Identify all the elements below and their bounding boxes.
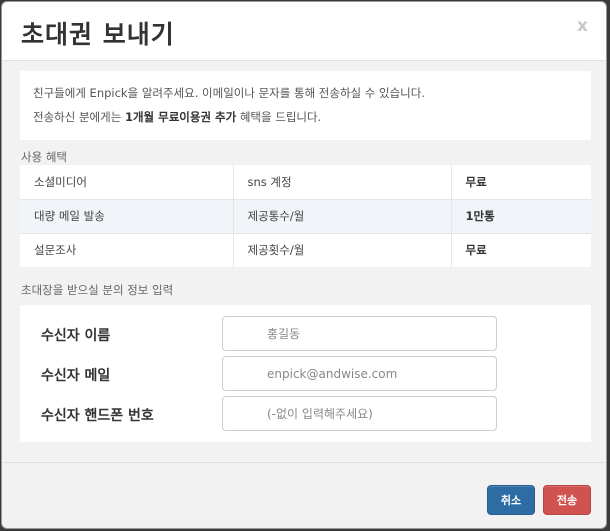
table-row: 소셜미디어 sns 계정 무료: [20, 165, 591, 199]
modal-title: 초대권 보내기: [21, 20, 175, 49]
benefit-name: 설문조사: [20, 232, 233, 267]
benefit-limit: 제공횟수/월: [232, 232, 451, 267]
notice-highlight: 1개월 무료이용권 추가: [124, 110, 237, 124]
notice-line-2-suffix: 혜택을 드립니다.: [236, 110, 322, 124]
benefit-limit: sns 계정: [232, 165, 451, 199]
benefit-price: 무료: [450, 165, 591, 199]
benefit-limit: 제공통수/월: [232, 198, 451, 233]
send-button[interactable]: 전송: [543, 485, 591, 515]
notice-line-2: 전송하신 분에게는 1개월 무료이용권 추가 혜택을 드립니다.: [33, 105, 578, 129]
benefits-section-title: 사용 혜택: [21, 150, 67, 164]
form-row-phone: 수신자 핸드폰 번호: [20, 396, 591, 432]
recipient-form: 수신자 이름 수신자 메일 수신자 핸드폰 번호: [20, 305, 591, 442]
benefits-table: 소셜미디어 sns 계정 무료 대량 메일 발송 제공통수/월 1만통 설문조사…: [20, 165, 591, 267]
close-icon[interactable]: x: [577, 16, 588, 36]
modal-header: 초대권 보내기 x: [2, 2, 606, 61]
cancel-button[interactable]: 취소: [487, 485, 535, 515]
notice-box: 친구들에게 Enpick을 알려주세요. 이메일이나 문자를 통해 전송하실 수…: [20, 71, 591, 140]
invite-modal: 초대권 보내기 x 친구들에게 Enpick을 알려주세요. 이메일이나 문자를…: [1, 1, 607, 529]
recipient-phone-label: 수신자 핸드폰 번호: [41, 408, 154, 424]
benefit-price: 무료: [450, 232, 591, 267]
form-row-name: 수신자 이름: [20, 316, 591, 352]
recipient-name-input[interactable]: [222, 316, 497, 351]
recipient-email-input[interactable]: [222, 356, 497, 391]
recipient-section-title: 초대장을 받으실 분의 정보 입력: [21, 283, 174, 297]
recipient-phone-input[interactable]: [222, 396, 497, 431]
benefit-name: 소셜미디어: [34, 174, 87, 189]
recipient-name-label: 수신자 이름: [41, 328, 111, 344]
notice-line-1: 친구들에게 Enpick을 알려주세요. 이메일이나 문자를 통해 전송하실 수…: [33, 86, 425, 100]
table-row: 설문조사 제공횟수/월 무료: [20, 232, 591, 267]
table-row: 대량 메일 발송 제공통수/월 1만통: [20, 198, 591, 233]
benefit-price: 1만통: [450, 198, 591, 233]
form-row-email: 수신자 메일: [20, 356, 591, 392]
notice-line-2-prefix: 전송하신 분에게는: [33, 110, 125, 124]
recipient-email-label: 수신자 메일: [41, 368, 111, 384]
modal-footer: 취소 전송: [2, 462, 606, 528]
benefit-name: 대량 메일 발송: [20, 198, 233, 233]
